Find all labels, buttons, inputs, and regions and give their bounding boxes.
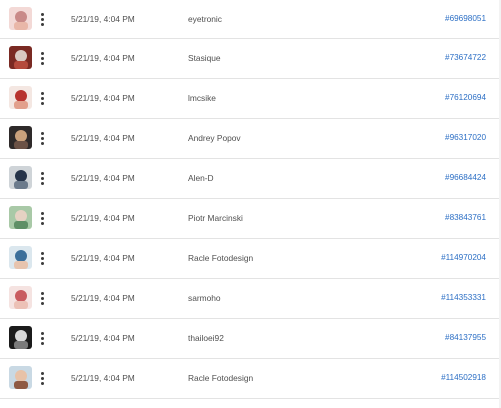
list-item[interactable]: 5/21/19, 4:04 PM Piotr Marcinski #838437… [0,199,501,239]
asset-id-link[interactable]: #114353331 [441,279,486,317]
asset-id-link[interactable]: #114970204 [441,239,486,277]
thumb-shape [15,370,27,382]
asset-id-link[interactable]: #73674722 [445,39,486,77]
more-options-icon[interactable] [36,247,48,269]
author-label: Alen-D [188,173,214,183]
list-item[interactable]: 5/21/19, 4:04 PM Racle Fotodesign #11497… [0,239,501,279]
author-label: thailoei92 [188,333,224,343]
thumb-shape [15,90,27,102]
author-label: Racle Fotodesign [188,373,254,383]
asset-id-link[interactable]: #96684424 [445,159,486,197]
thumb-shape [15,290,27,302]
list-item[interactable]: 5/21/19, 4:04 PM Alen-D #96684424 [0,159,501,199]
author-label: Racle Fotodesign [188,253,254,263]
thumb-shape [15,250,27,262]
thumbnail-image[interactable] [9,126,32,149]
thumbnail-svg [9,246,32,269]
thumbnail-svg [9,86,32,109]
thumb-accent [14,341,28,349]
list-item[interactable]: 5/21/19, 4:04 PM sarmoho #114353331 [0,279,501,319]
thumb-shape [15,210,27,222]
thumb-shape [15,130,27,142]
thumbnail-image[interactable] [9,286,32,309]
asset-list: 5/21/19, 4:04 PM eyetronic #69698051 5/2… [0,0,501,408]
list-item[interactable]: 5/21/19, 4:04 PM lmcsike #76120694 [0,79,501,119]
list-item[interactable]: 5/21/19, 4:04 PM thailoei92 #84137955 [0,319,501,359]
thumb-shape [15,330,27,342]
thumbnail-image[interactable] [9,206,32,229]
thumbnail-svg [9,46,32,69]
thumbnail-svg [9,366,32,389]
date-label: 5/21/19, 4:04 PM [71,333,135,343]
list-item[interactable]: 5/21/19, 4:04 PM Stasique #73674722 [0,39,501,79]
date-label: 5/21/19, 4:04 PM [71,253,135,263]
thumb-accent [14,22,28,30]
thumbnail-svg [9,206,32,229]
more-options-icon[interactable] [36,287,48,309]
asset-id-link[interactable]: #96317020 [445,119,486,157]
author-label: eyetronic [188,14,222,24]
thumbnail-image[interactable] [9,46,32,69]
thumb-accent [14,181,28,189]
date-label: 5/21/19, 4:04 PM [71,93,135,103]
more-options-icon[interactable] [36,127,48,149]
more-options-icon[interactable] [36,8,48,30]
author-label: lmcsike [188,93,216,103]
more-options-icon[interactable] [36,367,48,389]
thumb-accent [14,101,28,109]
thumbnail-svg [9,326,32,349]
author-label: Piotr Marcinski [188,213,243,223]
thumb-accent [14,61,28,69]
date-label: 5/21/19, 4:04 PM [71,53,135,63]
thumbnail-image[interactable] [9,86,32,109]
author-label: Stasique [188,53,221,63]
thumbnail-image[interactable] [9,326,32,349]
thumbnail-svg [9,126,32,149]
date-label: 5/21/19, 4:04 PM [71,14,135,24]
date-label: 5/21/19, 4:04 PM [71,373,135,383]
more-options-icon[interactable] [36,207,48,229]
asset-id-link[interactable]: #69698051 [445,0,486,38]
date-label: 5/21/19, 4:04 PM [71,133,135,143]
thumbnail-svg [9,286,32,309]
thumb-shape [15,170,27,182]
thumb-accent [14,261,28,269]
author-label: Andrey Popov [188,133,241,143]
thumbnail-svg [9,7,32,30]
thumbnail-image[interactable] [9,366,32,389]
date-label: 5/21/19, 4:04 PM [71,293,135,303]
thumb-shape [15,11,27,23]
asset-id-link[interactable]: #76120694 [445,79,486,117]
thumb-accent [14,301,28,309]
list-item[interactable]: 5/21/19, 4:04 PM Andrey Popov #96317020 [0,119,501,159]
author-label: sarmoho [188,293,221,303]
more-options-icon[interactable] [36,167,48,189]
thumbnail-image[interactable] [9,166,32,189]
asset-id-link[interactable]: #83843761 [445,199,486,237]
thumb-shape [15,50,27,62]
list-item[interactable]: 5/21/19, 4:04 PM eyetronic #69698051 [0,0,501,39]
thumbnail-image[interactable] [9,246,32,269]
more-options-icon[interactable] [36,47,48,69]
thumbnail-image[interactable] [9,7,32,30]
date-label: 5/21/19, 4:04 PM [71,213,135,223]
thumb-accent [14,141,28,149]
thumb-accent [14,221,28,229]
more-options-icon[interactable] [36,87,48,109]
asset-id-link[interactable]: #114502918 [441,359,486,397]
thumb-accent [14,381,28,389]
asset-id-link[interactable]: #84137955 [445,319,486,357]
list-item[interactable]: 5/21/19, 4:04 PM Racle Fotodesign #11450… [0,359,501,399]
thumbnail-svg [9,166,32,189]
more-options-icon[interactable] [36,327,48,349]
date-label: 5/21/19, 4:04 PM [71,173,135,183]
